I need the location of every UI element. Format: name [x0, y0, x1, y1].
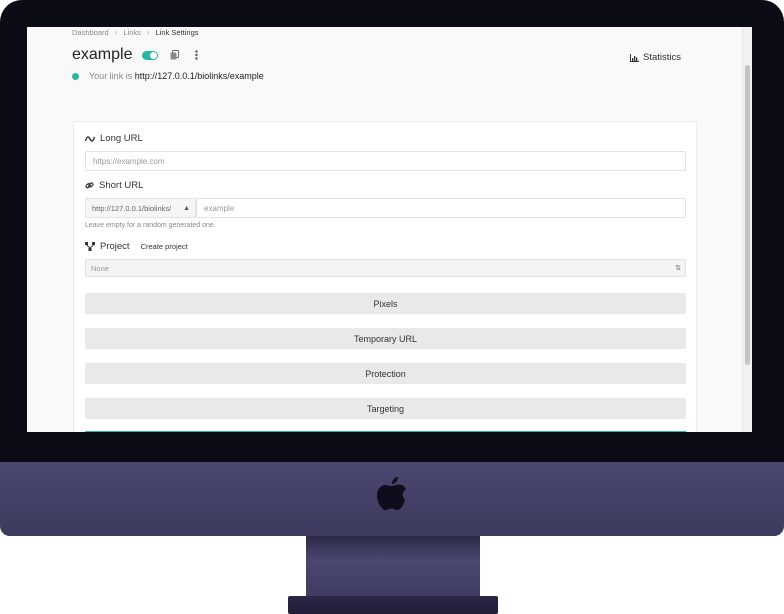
- monitor-stand: [306, 536, 480, 598]
- section-temporary-url[interactable]: Temporary URL: [85, 328, 686, 349]
- long-url-label: Long URL: [85, 133, 143, 144]
- project-select-value: None: [91, 263, 109, 273]
- breadcrumb-links[interactable]: Links: [123, 28, 141, 37]
- select-arrows-icon: ▲︎: [183, 204, 190, 212]
- breadcrumb-separator: ›: [146, 28, 150, 37]
- monitor-stand-base: [288, 596, 498, 614]
- short-url-domain-select[interactable]: http://127.0.0.1/biolinks/ ▲︎: [85, 198, 196, 218]
- short-url-help: Leave empty for a random generated one.: [85, 222, 216, 229]
- short-url-label: Short URL: [85, 180, 143, 191]
- copy-icon[interactable]: [168, 49, 180, 61]
- short-url-label-text: Short URL: [99, 180, 144, 191]
- link-url[interactable]: http://127.0.0.1/biolinks/example: [135, 71, 264, 81]
- apple-logo-icon: [377, 477, 406, 510]
- short-url-input[interactable]: example: [196, 198, 686, 218]
- link-status: Your link is http://127.0.0.1/biolinks/e…: [72, 71, 264, 81]
- title-row: example: [72, 46, 202, 64]
- project-tree-icon: [85, 242, 95, 251]
- long-url-input[interactable]: https://example.com: [85, 151, 686, 171]
- link-wave-icon: [85, 135, 95, 142]
- more-options-icon[interactable]: [190, 49, 202, 61]
- bar-chart-icon: [630, 53, 639, 62]
- scrollbar-thumb[interactable]: [745, 65, 750, 365]
- statistics-label: Statistics: [643, 52, 682, 63]
- screen: Dashboard › Links › Link Settings exampl…: [27, 27, 752, 432]
- section-targeting[interactable]: Targeting: [85, 398, 686, 419]
- link-icon: [85, 182, 94, 189]
- project-label: Project Create project: [85, 241, 188, 252]
- link-enabled-toggle[interactable]: [142, 50, 159, 60]
- project-label-text: Project: [100, 241, 130, 252]
- submit-button-edge[interactable]: [85, 431, 686, 432]
- status-dot: [72, 72, 79, 80]
- breadcrumb-separator: ›: [114, 28, 118, 37]
- select-arrows-icon: ⇅: [675, 265, 681, 272]
- section-pixels[interactable]: Pixels: [85, 293, 686, 314]
- status-prefix: Your link is: [89, 71, 133, 81]
- statistics-link[interactable]: Statistics: [630, 52, 681, 63]
- breadcrumb-dashboard[interactable]: Dashboard: [72, 28, 109, 37]
- link-settings-form: Long URL https://example.com Short URL h…: [73, 121, 697, 432]
- domain-select-value: http://127.0.0.1/biolinks/: [92, 203, 172, 213]
- project-select[interactable]: None ⇅: [85, 259, 686, 277]
- breadcrumb: Dashboard › Links › Link Settings: [72, 28, 199, 37]
- breadcrumb-current: Link Settings: [155, 28, 199, 37]
- create-project-link[interactable]: Create project: [141, 242, 188, 251]
- section-protection[interactable]: Protection: [85, 363, 686, 384]
- page-title: example: [72, 46, 133, 63]
- long-url-label-text: Long URL: [100, 133, 143, 144]
- scrollbar[interactable]: [742, 27, 752, 432]
